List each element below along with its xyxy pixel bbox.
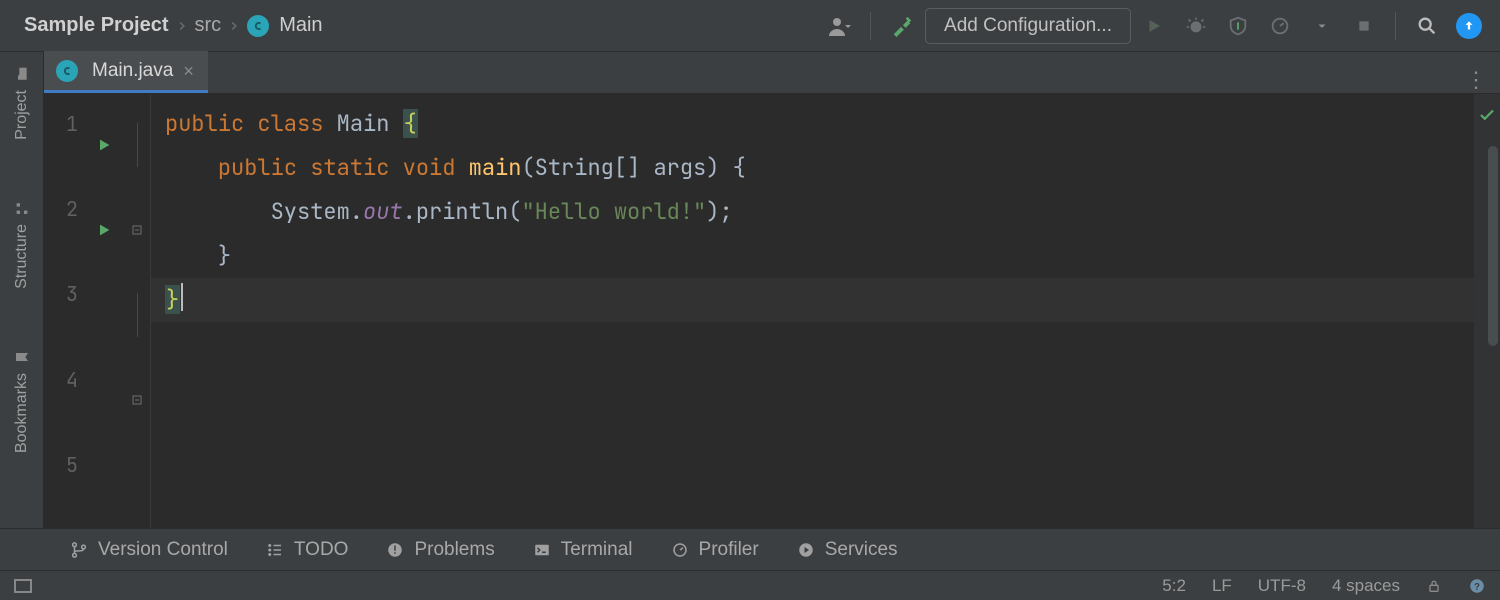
hammer-build-icon[interactable]: [883, 7, 921, 45]
line-number: 2: [44, 187, 84, 272]
run-icon[interactable]: [1135, 7, 1173, 45]
text-caret: [181, 283, 183, 311]
code-content[interactable]: public class Main { public static void m…: [151, 94, 1474, 528]
gauge-icon: [671, 541, 689, 559]
tool-problems[interactable]: Problems: [386, 539, 494, 561]
class-icon: [247, 15, 269, 37]
list-icon: [266, 541, 284, 559]
add-configuration-button[interactable]: Add Configuration...: [925, 8, 1131, 44]
tool-window-project[interactable]: Project: [13, 66, 31, 140]
fold-icon[interactable]: [124, 187, 150, 272]
navigation-bar: Sample Project src Main Add Configuratio…: [0, 0, 1500, 52]
marker-bar[interactable]: [1474, 94, 1500, 528]
line-number: 1: [44, 102, 84, 187]
code-editor[interactable]: 1 2 3 4 5 public class Main { public sta…: [44, 94, 1500, 528]
bookmark-icon: [14, 349, 30, 365]
fold-icon[interactable]: [124, 358, 150, 443]
editor-gutter: 1 2 3 4 5: [44, 94, 151, 528]
status-bar: 5:2 LF UTF-8 4 spaces ?: [0, 570, 1500, 600]
run-gutter-icon[interactable]: [84, 187, 124, 272]
class-icon: [56, 60, 78, 82]
breadcrumb-project[interactable]: Sample Project: [24, 14, 169, 37]
status-indent[interactable]: 4 spaces: [1332, 576, 1400, 596]
kebab-menu-icon[interactable]: ⋮: [1460, 67, 1492, 93]
profile-icon[interactable]: [1261, 7, 1299, 45]
scrollbar-thumb[interactable]: [1488, 146, 1498, 346]
tool-services[interactable]: Services: [797, 539, 898, 561]
tab-filename: Main.java: [92, 60, 173, 82]
tool-windows-toggle-icon[interactable]: [14, 579, 32, 593]
line-number: 5: [44, 443, 84, 528]
breadcrumb: Sample Project src Main: [24, 14, 323, 37]
tool-todo[interactable]: TODO: [266, 539, 349, 561]
play-circle-icon: [797, 541, 815, 559]
structure-icon: [14, 200, 30, 216]
editor-tabs: Main.java × ⋮: [44, 52, 1500, 94]
breadcrumb-class[interactable]: Main: [279, 14, 322, 37]
coverage-icon[interactable]: [1219, 7, 1257, 45]
alert-icon: [386, 541, 404, 559]
tool-terminal[interactable]: Terminal: [533, 539, 633, 561]
chevron-right-icon: [175, 19, 189, 33]
help-icon[interactable]: ?: [1468, 577, 1486, 595]
svg-text:?: ?: [1474, 581, 1480, 592]
breadcrumb-src[interactable]: src: [195, 14, 222, 37]
bottom-tool-bar: Version Control TODO Problems Terminal P…: [0, 528, 1500, 570]
branch-icon: [70, 541, 88, 559]
line-number: 4: [44, 358, 84, 443]
bookmarks-label: Bookmarks: [13, 373, 31, 453]
left-tool-strip: Project Structure Bookmarks: [0, 52, 44, 528]
folder-icon: [14, 66, 30, 82]
chevron-down-icon[interactable]: [1303, 7, 1341, 45]
chevron-right-icon: [227, 19, 241, 33]
tab-main-java[interactable]: Main.java ×: [44, 51, 208, 93]
close-icon[interactable]: ×: [183, 62, 194, 80]
project-label: Project: [13, 90, 31, 140]
checkmark-icon: [1478, 106, 1496, 124]
tool-version-control[interactable]: Version Control: [70, 539, 228, 561]
status-caret-position[interactable]: 5:2: [1162, 576, 1186, 596]
status-line-separator[interactable]: LF: [1212, 576, 1232, 596]
update-icon[interactable]: [1450, 7, 1488, 45]
tool-window-bookmarks[interactable]: Bookmarks: [13, 349, 31, 453]
line-number: 3: [44, 272, 84, 357]
lock-icon[interactable]: [1426, 578, 1442, 594]
tool-profiler[interactable]: Profiler: [671, 539, 759, 561]
structure-label: Structure: [13, 224, 31, 289]
debug-icon[interactable]: [1177, 7, 1215, 45]
stop-icon[interactable]: [1345, 7, 1383, 45]
tool-window-structure[interactable]: Structure: [13, 200, 31, 289]
search-icon[interactable]: [1408, 7, 1446, 45]
terminal-icon: [533, 541, 551, 559]
status-encoding[interactable]: UTF-8: [1258, 576, 1306, 596]
user-icon[interactable]: [820, 7, 858, 45]
run-gutter-icon[interactable]: [84, 102, 124, 187]
